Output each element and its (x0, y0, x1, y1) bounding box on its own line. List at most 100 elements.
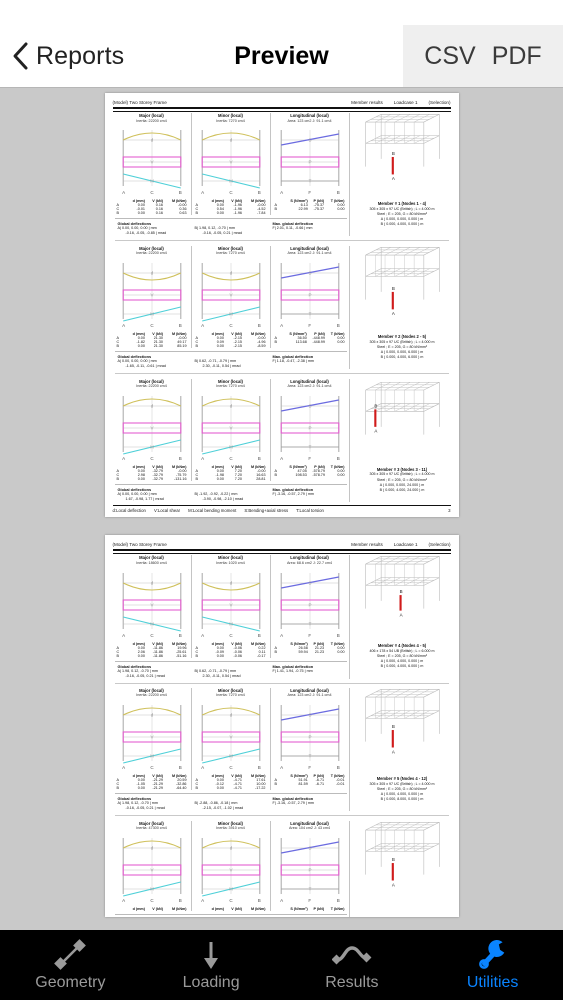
table-cell: 81.59 (298, 782, 308, 787)
max-global-deflection: Max. global deflection F| 1.18, -0.47, -… (269, 354, 347, 369)
svg-text:B: B (336, 323, 339, 328)
svg-text:T: T (308, 754, 311, 759)
table-row: B 0.00 7.20 28.81 (195, 477, 267, 481)
svg-text:V: V (229, 602, 232, 607)
charts-wrap: Major (local) Inertia: 47300 cm4 dVMACB … (113, 820, 349, 917)
table-row: B 0.00 -32.79 -131.16 (116, 477, 188, 481)
export-pdf-button[interactable]: PDF (492, 42, 542, 71)
back-to-reports-button[interactable]: Reports (12, 41, 124, 71)
svg-text:A: A (122, 456, 125, 461)
tab-loading[interactable]: Loading (141, 930, 282, 1000)
svg-text:V: V (150, 868, 153, 873)
svg-text:C: C (150, 323, 154, 328)
global-deflections-row: Global deflections A| 0.00, 0.00, 0.00 |… (114, 483, 347, 502)
result-table-minor: d (mm) V (kN) M (kNm) (195, 907, 267, 911)
table-cell: B (274, 472, 277, 477)
svg-text:A: A (280, 190, 283, 195)
table-cell: 0.00 (216, 476, 224, 481)
report-page[interactable]: (Model) Two Storey Frame Member results … (104, 93, 459, 518)
result-type: Member results (351, 100, 383, 105)
svg-text:A: A (122, 633, 125, 638)
table-cell: 22.99 (298, 207, 308, 212)
report-preview-scroll-area[interactable]: (Model) Two Storey Frame Member results … (0, 88, 563, 930)
svg-text:A: A (391, 749, 394, 754)
max-deflection-line: F| 2.01, 0.11, -0.66 | mm (272, 226, 313, 231)
export-csv-button[interactable]: CSV (424, 42, 475, 71)
svg-text:B: B (178, 633, 181, 638)
svg-text:F: F (308, 456, 311, 461)
model-thumbnail: BA (364, 821, 440, 887)
global-deflection-line: -0.16, -0.05, 0.21 | mrad (125, 806, 166, 811)
longitudinal-diagram: S P T A F B (280, 572, 339, 638)
table-cell: B (274, 207, 277, 212)
svg-text:B: B (178, 765, 181, 770)
legend-item: d:Local deflection (112, 508, 146, 514)
svg-text:V: V (150, 735, 153, 740)
chart-column-minor: Minor (local) Inertia: 3910 cm4 dVMACB d… (192, 820, 271, 911)
tab-results[interactable]: Results (282, 930, 423, 1000)
legend-item: M:Local bending moment (188, 508, 237, 514)
page-header: (Model) Two Storey Frame Member results … (111, 540, 453, 549)
global-deflections-a: Global deflections A| 0.00, 0.00, 0.00 |… (115, 221, 192, 236)
member-result-block: Major (local) Inertia: 18600 cm4 dVMACB … (111, 553, 453, 679)
svg-text:F: F (308, 190, 311, 195)
svg-text:P: P (308, 293, 311, 298)
table-cell: 0.00 (337, 649, 345, 654)
result-table-major: d (mm) V (kN) M (kNm) A 0.00 -32.79 -0.00 C 2.98… (116, 465, 188, 481)
model-thumbnail: BA (364, 381, 440, 435)
svg-text:M: M (229, 444, 233, 449)
global-deflection-line: -0.16, -0.05, 0.21 | mrad (125, 673, 166, 678)
svg-text:V: V (150, 160, 153, 165)
chart-column-major: Major (local) Inertia: 22200 cm4 dVMACB … (113, 113, 192, 216)
result-table-long: S (N/mm²) P (kN) T (kNm) A 6.13 -75.37 0.00 B 22… (274, 199, 346, 211)
model-name: (Model) Two Storey Frame (112, 100, 167, 105)
svg-text:C: C (229, 190, 233, 195)
table-cell: B (195, 344, 198, 349)
chart-column-long: Longitudinal (local) Area: 68.6 cm2 J: 2… (271, 555, 349, 657)
svg-text:B: B (178, 898, 181, 903)
table-cell: -1.96 (233, 211, 242, 216)
svg-text:M: M (150, 754, 154, 759)
svg-text:A: A (201, 633, 204, 638)
svg-text:C: C (229, 765, 233, 770)
svg-text:C: C (150, 456, 154, 461)
svg-text:F: F (308, 633, 311, 638)
svg-text:B: B (178, 456, 181, 461)
bending-diagram: dVMA C B (201, 572, 260, 638)
tab-results-label: Results (325, 974, 379, 991)
global-deflections-row: Global deflections A| 0.00, 0.00, 0.00 |… (114, 351, 347, 369)
svg-text:B: B (257, 633, 260, 638)
table-header-cell: d (mm) (211, 906, 224, 911)
table-cell: B (195, 476, 198, 481)
model-thumbnail: BA (364, 246, 440, 316)
table-cell: -2.15 (233, 344, 242, 349)
result-table-major: d (mm) V (kN) M (kNm) A 0.00 21.30 -0.00 C -1.82… (116, 332, 188, 348)
member-info: Member # 5 (Nodes 4 - 12) 305 x 305 x 97… (354, 776, 451, 802)
member-node-b: B ( 0.000, 4.000, 6.000 ) m (380, 354, 424, 359)
table-cell: -7.84 (257, 211, 266, 216)
member-result-block: Major (local) Inertia: 47300 cm4 dVMACB … (111, 819, 453, 917)
svg-text:A: A (201, 190, 204, 195)
svg-text:B: B (336, 633, 339, 638)
chart-subtitle: Inertia: 47300 cm4 (136, 826, 167, 831)
svg-text:B: B (336, 190, 339, 195)
svg-text:M: M (150, 312, 154, 317)
tab-geometry[interactable]: Geometry (0, 930, 141, 1000)
svg-text:T: T (308, 621, 311, 626)
member-result-block: Major (local) Inertia: 22200 cm4 dVMACB … (111, 377, 453, 502)
table-cell: -51.16 (176, 653, 187, 658)
table-cell: -64.40 (176, 786, 187, 791)
global-deflections-a: Global deflections A| 1.98, 0.12, -0.70 … (115, 796, 192, 811)
bending-diagram: dVMA C B (122, 130, 181, 195)
svg-text:M: M (229, 621, 233, 626)
svg-text:A: A (122, 190, 125, 195)
tab-utilities[interactable]: Utilities (422, 930, 563, 1000)
result-table-long: S (N/mm²) P (kN) T (kNm) A 26.58 21.23 0.00 B 59… (274, 642, 346, 654)
table-row: B 0.00 -2.15 -8.59 (195, 344, 267, 348)
svg-text:A: A (201, 765, 204, 770)
table-cell: -8.59 (257, 344, 266, 349)
member-result-block: Major (local) Inertia: 22200 cm4 dVMACB … (111, 244, 453, 370)
report-page[interactable]: (Model) Two Storey Frame Member results … (104, 535, 459, 917)
svg-text:M: M (229, 179, 233, 184)
svg-text:B: B (399, 590, 402, 595)
